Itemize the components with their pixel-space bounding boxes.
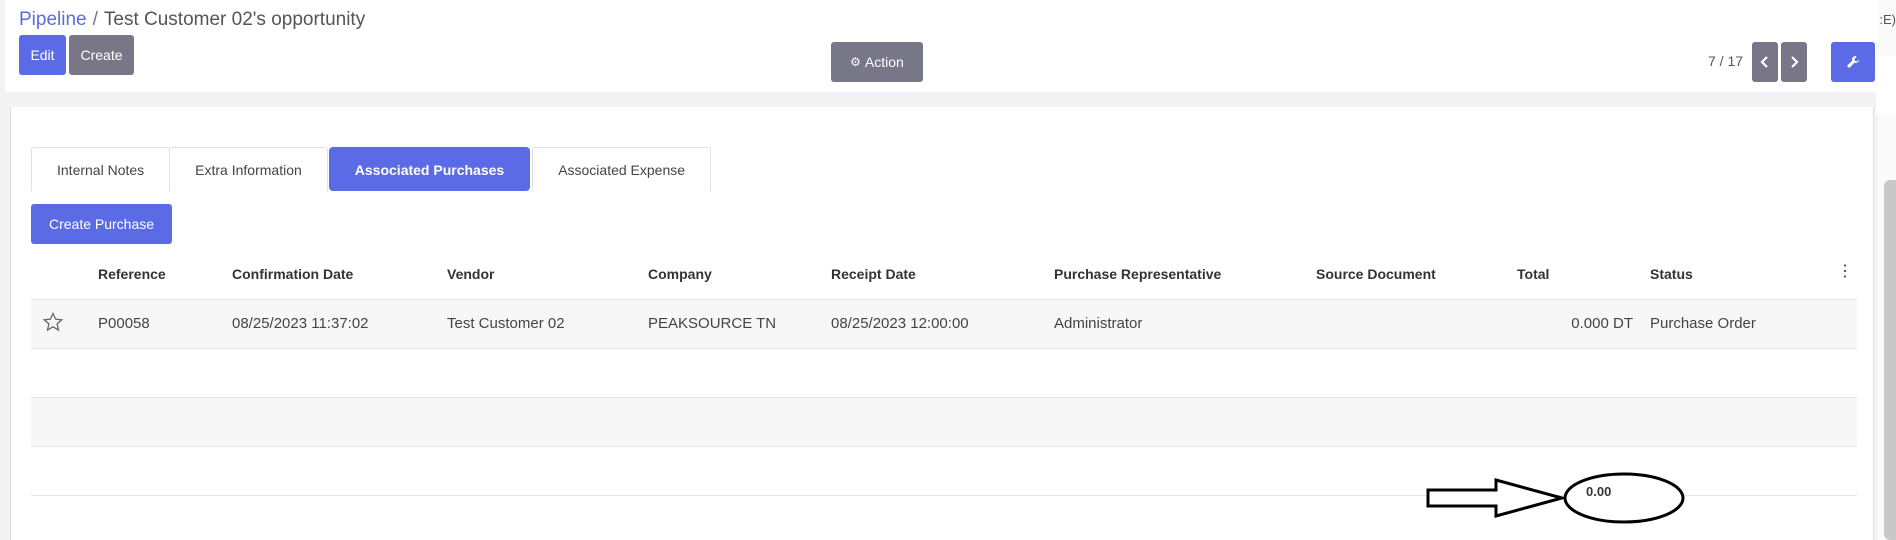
right-edge-box xyxy=(1876,55,1896,115)
control-panel: Pipeline / Test Customer 02's opportunity … xyxy=(5,0,1878,92)
action-label: Action xyxy=(864,54,904,70)
table-header: Reference Confirmation Date Vendor Compa… xyxy=(31,251,1857,300)
create-button[interactable]: Create xyxy=(69,35,134,75)
star-icon[interactable] xyxy=(43,312,63,332)
cell-status: Purchase Order xyxy=(1650,315,1756,332)
table-row[interactable]: P00058 08/25/2023 11:37:02 Test Customer… xyxy=(31,300,1857,349)
cell-confirmation-date: 08/25/2023 11:37:02 xyxy=(232,315,369,332)
studio-button[interactable] xyxy=(1831,42,1875,82)
cell-reference: P00058 xyxy=(98,315,150,332)
column-header-company[interactable]: Company xyxy=(648,266,712,282)
purchases-table: Reference Confirmation Date Vendor Compa… xyxy=(31,251,1857,496)
breadcrumb-pipeline-link[interactable]: Pipeline xyxy=(19,9,87,30)
edit-button[interactable]: Edit xyxy=(19,35,66,75)
kebab-icon[interactable]: ⋮ xyxy=(1837,261,1853,281)
cell-company: PEAKSOURCE TN xyxy=(648,315,777,332)
notebook-tabs: Internal Notes Extra Information Associa… xyxy=(31,147,712,192)
arrow-annotation xyxy=(1426,472,1685,524)
pager-previous-button[interactable] xyxy=(1752,42,1778,82)
cell-total: 0.000 DT xyxy=(1571,315,1633,332)
breadcrumb-current: Test Customer 02's opportunity xyxy=(103,9,366,30)
empty-row xyxy=(31,349,1857,398)
column-header-source-document[interactable]: Source Document xyxy=(1316,266,1436,282)
gear-icon: ⚙ xyxy=(850,55,861,69)
breadcrumb: Pipeline / Test Customer 02's opportunity xyxy=(19,9,365,31)
clipped-edge-text: :E) xyxy=(1879,12,1896,27)
footer-total-sum: 0.00 xyxy=(1586,484,1612,499)
action-dropdown-button[interactable]: ⚙ Action xyxy=(831,42,923,82)
column-header-confirmation-date[interactable]: Confirmation Date xyxy=(232,266,353,282)
tab-associated-expense[interactable]: Associated Expense xyxy=(532,147,712,191)
column-header-total[interactable]: Total xyxy=(1517,266,1549,282)
column-header-status[interactable]: Status xyxy=(1650,266,1693,282)
column-header-vendor[interactable]: Vendor xyxy=(447,266,494,282)
column-header-purchase-representative[interactable]: Purchase Representative xyxy=(1054,266,1221,282)
tab-associated-purchases[interactable]: Associated Purchases xyxy=(328,147,531,191)
empty-row xyxy=(31,398,1857,447)
chevron-left-icon xyxy=(1760,56,1768,68)
pager-next-button[interactable] xyxy=(1781,42,1807,82)
tab-extra-information[interactable]: Extra Information xyxy=(169,147,328,191)
breadcrumb-separator: / xyxy=(92,9,98,30)
cell-vendor: Test Customer 02 xyxy=(447,315,565,332)
cell-purchase-representative: Administrator xyxy=(1054,315,1143,332)
vertical-scrollbar[interactable] xyxy=(1884,180,1896,540)
wrench-icon xyxy=(1847,56,1859,68)
pager-value[interactable]: 7 / 17 xyxy=(1708,53,1743,69)
chevron-right-icon xyxy=(1791,56,1799,68)
column-header-reference[interactable]: Reference xyxy=(98,266,166,282)
create-purchase-button[interactable]: Create Purchase xyxy=(31,204,172,244)
column-header-receipt-date[interactable]: Receipt Date xyxy=(831,266,916,282)
cell-receipt-date: 08/25/2023 12:00:00 xyxy=(831,315,969,332)
tab-internal-notes[interactable]: Internal Notes xyxy=(31,147,171,191)
